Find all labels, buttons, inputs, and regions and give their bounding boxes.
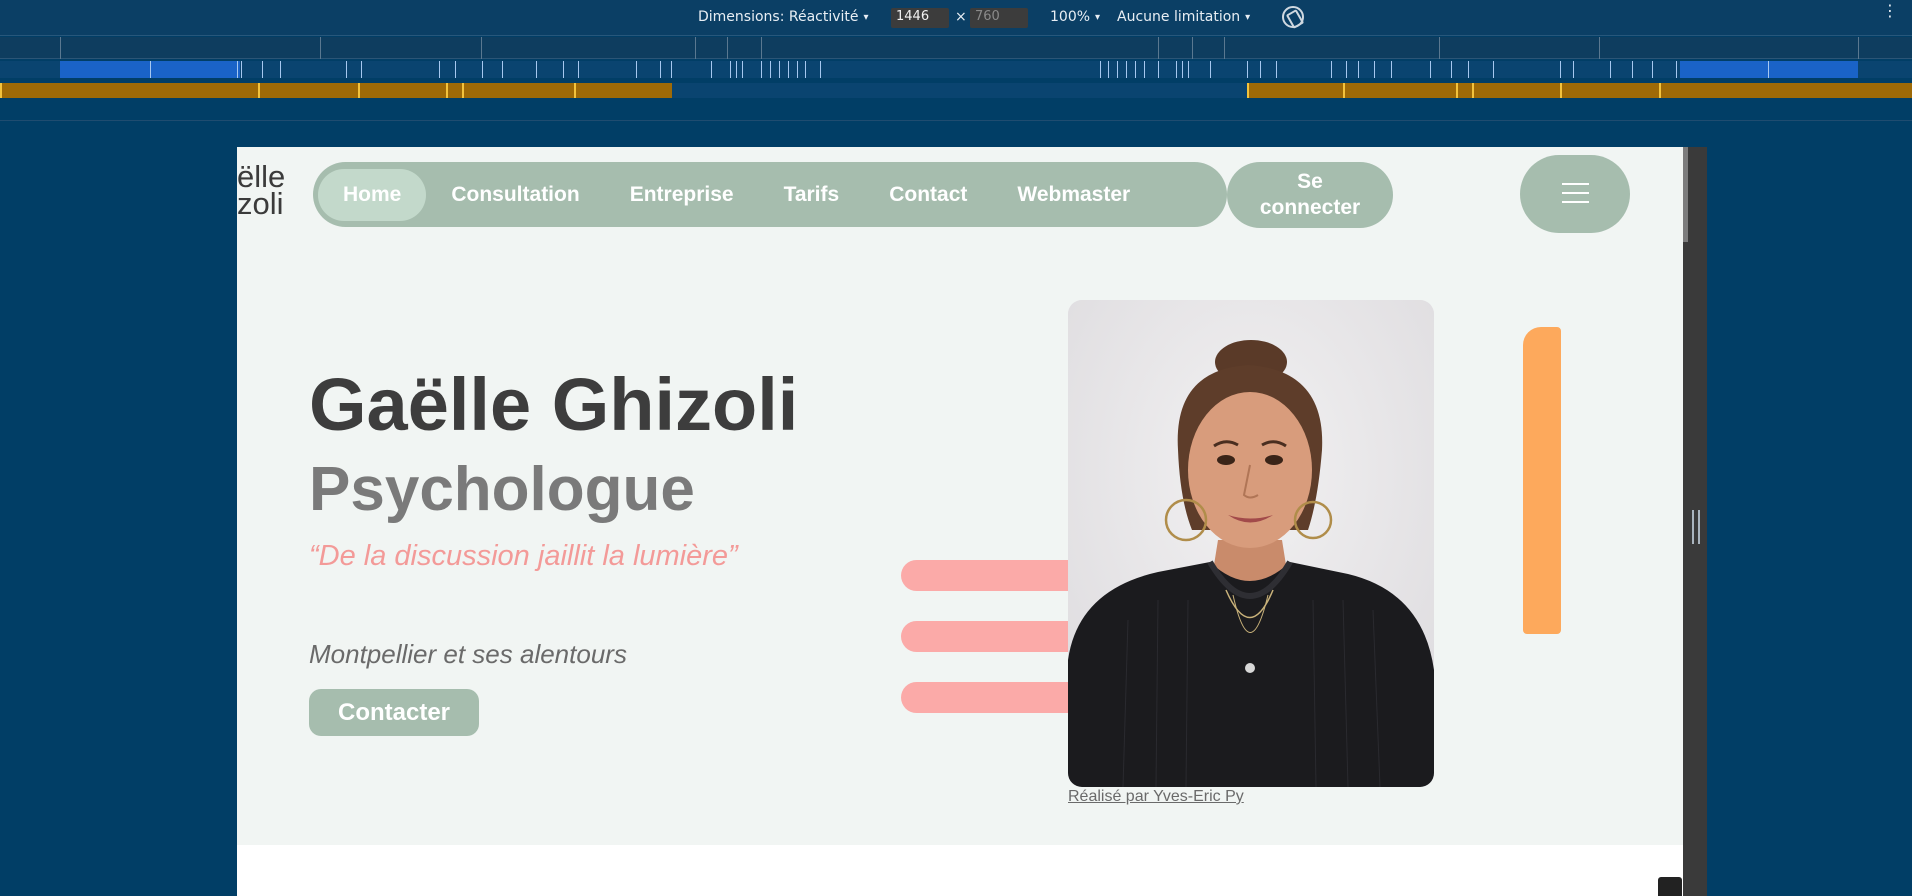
chevron-down-icon: ▾ (1245, 11, 1251, 23)
site-logo[interactable]: ëlle zoli (237, 161, 285, 221)
zoom-dropdown[interactable]: 100% ▾ (1050, 9, 1100, 25)
decorative-pink-bar (901, 682, 1081, 713)
logo-line-2: zoli (237, 186, 284, 221)
dimensions-dropdown[interactable]: Dimensions: Réactivité ▾ (698, 9, 869, 25)
login-label-line-1: Se (1297, 170, 1323, 193)
next-section (237, 845, 1683, 896)
decorative-pink-bar (901, 560, 1081, 591)
nav-item-webmaster[interactable]: Webmaster (992, 169, 1155, 221)
hamburger-icon-line (1562, 201, 1589, 203)
more-options-icon[interactable]: ⋮ (1882, 3, 1898, 19)
contact-button[interactable]: Contacter (309, 689, 479, 736)
chevron-down-icon: ▾ (863, 11, 869, 23)
width-input[interactable]: 1446 (891, 8, 949, 28)
nav-item-entreprise[interactable]: Entreprise (605, 169, 759, 221)
portrait-illustration (1068, 300, 1434, 787)
login-label-line-2: connecter (1259, 196, 1361, 219)
scroll-thumb[interactable] (1683, 147, 1688, 242)
hamburger-menu-button[interactable] (1520, 155, 1630, 233)
nav-item-contact[interactable]: Contact (864, 169, 992, 221)
height-input[interactable]: 760 (970, 8, 1028, 28)
decorative-pink-bar (901, 621, 1081, 652)
viewport-resize-handle[interactable] (1692, 510, 1700, 544)
rotate-icon[interactable] (1282, 6, 1304, 28)
nav-item-consultation[interactable]: Consultation (426, 169, 604, 221)
dimensions-label: Dimensions: Réactivité (698, 9, 859, 25)
decorative-orange-bar (1523, 327, 1561, 634)
main-nav: Home Consultation Entreprise Tarifs Cont… (313, 162, 1227, 227)
login-button[interactable]: Se connecter (1227, 162, 1393, 228)
devtools-device-toolbar: Dimensions: Réactivité ▾ 1446 × 760 100%… (0, 0, 1912, 36)
hero-quote: “De la discussion jaillit la lumière” (309, 540, 738, 572)
hamburger-icon (1562, 183, 1589, 185)
nav-item-home[interactable]: Home (318, 168, 427, 221)
nav-item-tarifs[interactable]: Tarifs (759, 169, 865, 221)
hero-location: Montpellier et ses alentours (309, 639, 627, 669)
portrait-photo (1068, 300, 1434, 787)
width-ruler[interactable] (0, 37, 1912, 59)
zoom-label: 100% (1050, 9, 1091, 25)
hamburger-icon-line (1562, 192, 1589, 194)
media-query-bar-min-width[interactable] (0, 83, 1912, 98)
extension-icon[interactable] (1658, 877, 1682, 896)
throttle-dropdown[interactable]: Aucune limitation ▾ (1117, 9, 1250, 25)
hero-role: Psychologue (309, 455, 695, 524)
photo-credit-link[interactable]: Réalisé par Yves-Eric Py (1068, 788, 1244, 806)
dimension-separator: × (955, 9, 967, 25)
hero-name: Gaëlle Ghizoli (309, 363, 799, 446)
ruler-divider (0, 120, 1912, 121)
chevron-down-icon: ▾ (1095, 11, 1101, 23)
page-viewport: ëlle zoli Home Consultation Entreprise T… (237, 147, 1683, 896)
media-query-bar-max-width[interactable] (0, 61, 1912, 78)
throttle-label: Aucune limitation (1117, 9, 1241, 25)
